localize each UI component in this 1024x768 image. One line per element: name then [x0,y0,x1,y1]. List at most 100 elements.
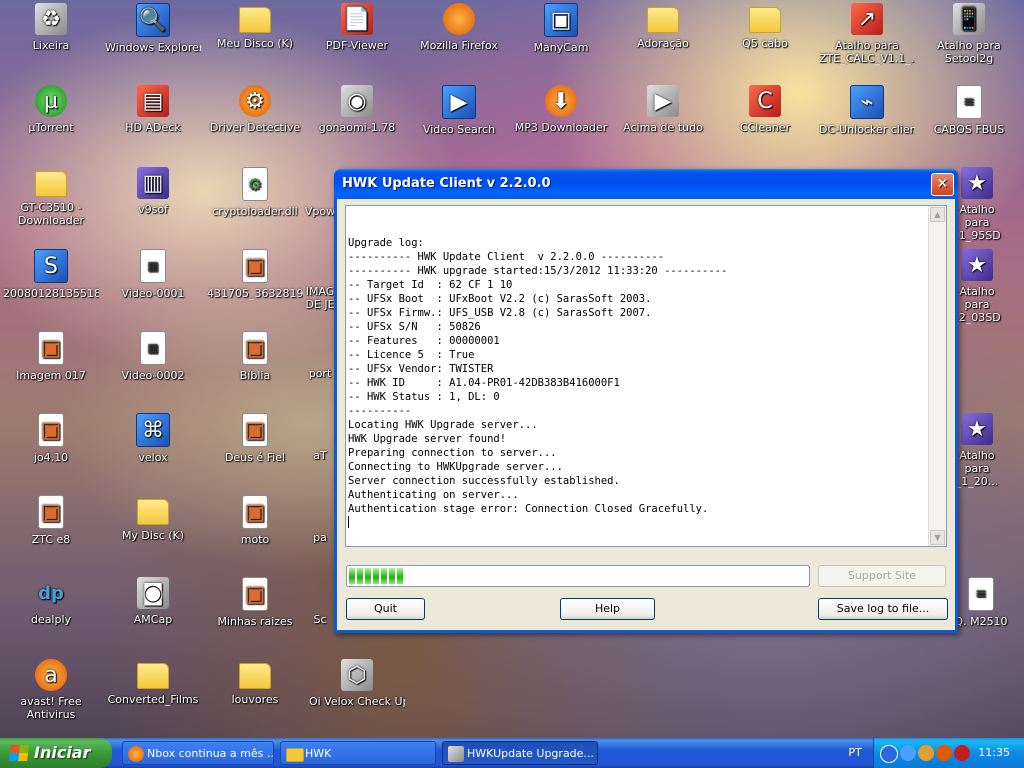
folder-icon [749,7,781,33]
shortcut-icon: ★ [961,413,993,445]
upgrade-log-textarea[interactable]: Upgrade log: ---------- HWK Update Client… [345,205,947,547]
scroll-up-button[interactable]: ▲ [930,207,945,222]
desktop-icon-converted-films[interactable]: Converted_Films [105,659,201,706]
save-log-button[interactable]: Save log to file... [818,598,948,620]
shortcut-icon: ★ [961,249,993,281]
shortcut-icon: ★ [961,167,993,199]
desktop-icon-acima-de-tudo[interactable]: ▶ Acima de tudo [615,85,711,134]
gear-icon: ⚙ [242,167,268,201]
desktop-icon-amcap[interactable]: ◙ AMCap [105,577,201,626]
desktop-icon-gonaomi[interactable]: ◉ gonaomi-1.78 [309,85,405,134]
scroll-down-button[interactable]: ▼ [930,530,945,545]
desktop-icon-my-disc[interactable]: My Disc (K) [105,495,201,542]
desktop-icon-imagem-017[interactable]: ▣ Imagem 017 [3,331,99,382]
desktop-icon-ccleaner[interactable]: C CCleaner [717,85,813,134]
desktop-icon-jo4[interactable]: ▣ jo4.10 [3,413,99,464]
desktop-icon-20080128[interactable]: S20080128135518... [3,249,99,300]
network-icon[interactable] [900,745,916,761]
dealply-icon: dp [38,582,64,604]
camera-icon: ◙ [137,577,169,609]
desktop-icon-oi-velox[interactable]: ⬡ Oi Velox Check Up [309,659,405,708]
firefox-icon [128,746,144,762]
taskbar-item-hwk-folder[interactable]: HWK [280,741,436,765]
taskbar-item-label: HWKUpdate Upgrade... [467,747,594,760]
desktop-icon-video-0001[interactable]: ▦ Video-0001 [105,249,201,300]
desktop-icon-cryptoloader[interactable]: ⚙ cryptoloader.dll [207,167,303,218]
desktop-icon-deus-e-fiel[interactable]: ▣ Deus é Fiel [207,413,303,464]
desktop-icon-dc-unlocker[interactable]: ⌁ DC-Unlocker client [819,85,915,136]
image-icon: ▣ [38,331,64,365]
image-icon: ▣ [38,413,64,447]
log-line: -- UFSx Vendor: TWISTER [348,363,494,375]
app-icon: ▶ [442,85,476,119]
window-titlebar[interactable]: HWK Update Client v 2.2.0.0 ✕ [334,169,958,199]
desktop-icon-velox[interactable]: ⌘ velox [105,413,201,464]
desktop-icon-mp3-downloader[interactable]: ⬇ MP3 Downloader [513,85,609,134]
desktop-icon-recycle-bin[interactable]: ♻ Lixeira [3,3,99,52]
chevron-left-icon[interactable] [880,745,898,763]
shield-icon[interactable] [918,745,934,761]
language-indicator[interactable]: PT [840,738,870,768]
start-button[interactable]: Iniciar [0,738,112,768]
desktop-icon-ztc-e8[interactable]: ▣ ZTC e8 [3,495,99,546]
desktop-icon-zte-calc[interactable]: ↗ Atalho para ZTE_CALC_V1.1_... [819,3,915,65]
quit-button[interactable]: Quit [346,598,425,620]
desktop-icon-431705[interactable]: ▣431705_3632819... [207,249,303,300]
usb-icon: ⌁ [850,85,884,119]
close-icon: ✕ [936,176,949,192]
desktop-icon-moto[interactable]: ▣ moto [207,495,303,546]
desktop-icon-hd-adeck[interactable]: ▤ HD ADeck [105,85,201,134]
window-title: HWK Update Client v 2.2.0.0 [342,176,551,191]
desktop-icon-utorrent[interactable]: µ µTorrent [3,85,99,134]
log-line: Connecting to HWKUpgrade server... [348,461,563,473]
log-line: ---------- [348,405,412,417]
video-icon: ▦ [140,249,166,283]
support-site-button[interactable]: Support Site [818,565,946,587]
progress-block [381,568,387,584]
taskbar-item-label: HWK [305,747,332,760]
taskbar-item-hwk-update[interactable]: HWKUpdate Upgrade... [442,741,598,765]
close-button[interactable]: ✕ [931,173,954,196]
folder-icon [35,171,67,197]
folder-icon [239,663,271,689]
help-button[interactable]: Help [560,598,655,620]
image-icon: ▣ [242,577,268,611]
desktop-icon-gt-c3510[interactable]: GT-C3510 - Downloader [3,167,99,227]
desktop-icon-firefox[interactable]: Mozilla Firefox [411,3,507,52]
desktop-icon-adoracao[interactable]: Adoração [615,3,711,50]
media-icon: ▶ [647,85,679,117]
windows-logo-icon [9,745,29,761]
avast-icon[interactable] [936,745,952,761]
log-line: -- UFSx Firmw.: UFS_USB V2.8 (c) SarasSo… [348,307,652,319]
desktop-icon-v9sof[interactable]: ▥ v9sof [105,167,201,216]
taskbar-item-firefox[interactable]: Nbox continua a mês ... [122,741,274,765]
log-vertical-scrollbar[interactable]: ▲ ▼ [928,206,946,546]
desktop-icon-louvores[interactable]: louvores [207,659,303,706]
app-icon: ⬡ [341,659,373,691]
log-line: -- Target Id : 62 CF 1 10 [348,279,513,291]
log-line: HWK Upgrade server found! [348,433,507,445]
system-tray: PT 11:35 [848,738,1024,768]
desktop-icon-avast[interactable]: a avast! Free Antivirus [3,659,99,721]
log-line: ---------- HWK upgrade started:15/3/2012… [348,265,728,277]
desktop-icon-driver-detective[interactable]: ⚙ Driver Detective [207,85,303,134]
desktop-icon-dealply[interactable]: dp dealply [3,577,99,627]
document-icon: ≡ [956,85,982,119]
desktop-icon-minhas-raizes[interactable]: ▣ Minhas raizes [207,577,303,628]
folder-icon [239,7,271,33]
desktop-icon-pdf-viewer[interactable]: 📄 PDF-Viewer [309,3,405,52]
security-icon[interactable] [954,745,970,761]
start-label: Iniciar [34,743,91,762]
desktop-icon-setool2g[interactable]: 📱 Atalho para Setool2g [921,3,1017,65]
log-lines: Upgrade log: ---------- HWK Update Client… [348,236,928,516]
desktop-icon-meu-disco[interactable]: Meu Disco (K) [207,3,303,50]
desktop-icon-q5-cabo[interactable]: Q5 cabo [717,3,813,50]
desktop-icon-manycam[interactable]: ▣ ManyCam [513,3,609,54]
desktop-icon-video-0002[interactable]: ▦ Video-0002 [105,331,201,382]
desktop-icon-video-search[interactable]: ▶ Video Search [411,85,507,136]
desktop-icon-biblia[interactable]: ▣ Bíblia [207,331,303,382]
image-icon: ▣ [242,249,268,283]
desktop-icon-cabos-fbus[interactable]: ≡ CABOS FBUS [921,85,1017,136]
desktop-icon-windows-explorer[interactable]: 🔍 Windows Explorer [105,3,201,54]
taskbar-item-label: Nbox continua a mês ... [147,747,274,760]
